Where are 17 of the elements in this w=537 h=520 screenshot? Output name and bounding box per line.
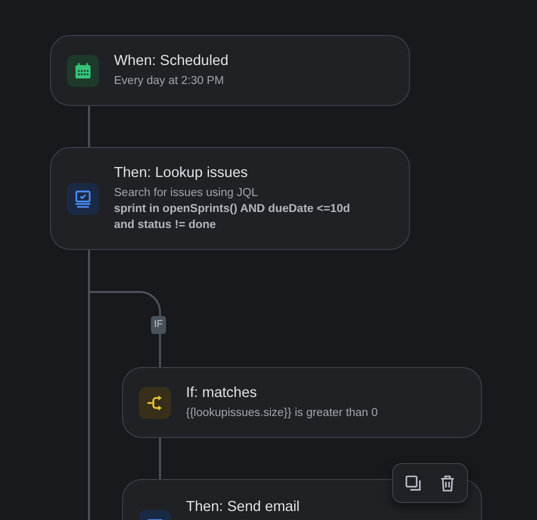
connector-line [159,438,161,479]
branch-label: IF [151,316,166,334]
calendar-icon [73,60,93,80]
step-title: Then: Send email [186,498,300,516]
connector-line [88,106,90,147]
step-description: Every day at 2:30 PM [114,74,225,89]
step-description: {{lookupissues.size}} is greater than 0 [186,406,378,421]
step-title: If: matches [186,384,258,402]
step-title: When: Scheduled [114,52,228,70]
step-card[interactable]: Then: Lookup issues Search for issues using JQL sprint in openSprints() AND dueDate <=10d and status != done [50,147,410,250]
step-card[interactable]: When: Scheduled Every day at 2:30 PM [50,35,410,106]
step-title: Then: Lookup issues [114,164,249,182]
query-text: sprint in openSprints() AND dueDate <=10d and status != done [114,202,351,233]
step-card[interactable]: If: matches {{lookupissues.size}} is greater than 0 [122,367,482,438]
step-description: Search for issues using JQL [114,186,259,201]
monitor-icon [73,188,93,208]
copy-icon [404,474,422,492]
